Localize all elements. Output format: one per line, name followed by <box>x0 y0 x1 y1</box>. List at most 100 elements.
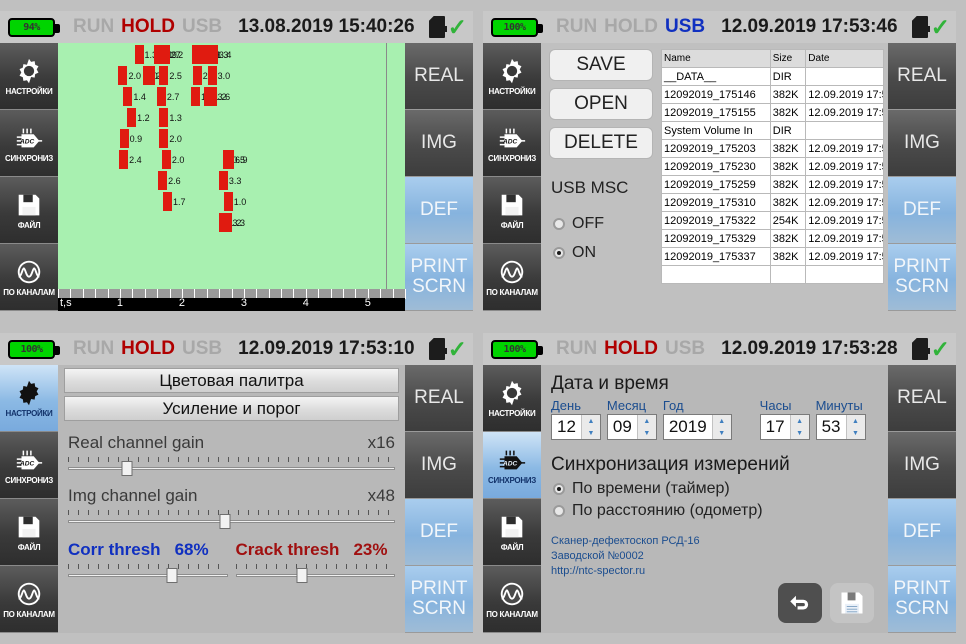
chevron-down-icon[interactable]: ▼ <box>791 427 809 439</box>
slider-knob[interactable] <box>296 568 308 583</box>
chart-bar-label: 2.0 <box>128 71 141 81</box>
rail-button-print-scrn[interactable]: PRINT SCRN <box>888 244 956 311</box>
slider-knob[interactable] <box>219 514 231 529</box>
rail-button-print-scrn[interactable]: PRINT SCRN <box>405 244 473 311</box>
stepper-buttons[interactable]: ▲ ▼ <box>845 415 865 439</box>
chevron-down-icon[interactable]: ▼ <box>638 427 656 439</box>
rail-button-print-scrn[interactable]: PRINT SCRN <box>405 566 473 633</box>
day-stepper[interactable]: 12 ▲ ▼ <box>551 414 601 440</box>
sidebar-item-settings[interactable]: НАСТРОЙКИ <box>0 365 58 432</box>
sidebar-item-settings[interactable]: НАСТРОЙКИ <box>0 43 58 110</box>
rail-button-img[interactable]: IMG <box>888 110 956 177</box>
stepper-buttons[interactable]: ▲ ▼ <box>636 415 656 439</box>
rail-button-real[interactable]: REAL <box>405 365 473 432</box>
sidebar-item-sync[interactable]: ADC СИНХРОНИЗ <box>0 432 58 499</box>
rail-button-img[interactable]: IMG <box>888 432 956 499</box>
file-list[interactable]: Name Size Date __DATA__ DIR 12092019_17514… <box>661 49 884 305</box>
sidebar-item-channels[interactable]: ПО КАНАЛАМ <box>483 566 541 633</box>
sidebar-item-label: СИНХРОНИЗ <box>5 154 53 163</box>
rail-button-img[interactable]: IMG <box>405 110 473 177</box>
sidebar-item-sync[interactable]: ADC СИНХРОНИЗ <box>483 110 541 177</box>
hours-stepper[interactable]: 17 ▲ ▼ <box>759 414 810 440</box>
device-url[interactable]: http://ntc-spector.ru <box>551 564 878 579</box>
save-button[interactable] <box>830 583 874 623</box>
left-sidebar: НАСТРОЙКИ ADC СИНХРОНИЗ ФАЙЛ ПО КАНАЛАМ <box>483 43 541 311</box>
rail-button-print-scrn[interactable]: PRINT SCRN <box>888 566 956 633</box>
rail-button-def[interactable]: DEF <box>405 177 473 244</box>
state-hold: HOLD <box>121 16 175 37</box>
menu-color-palette[interactable]: Цветовая палитра <box>64 368 399 393</box>
minutes-stepper[interactable]: 53 ▲ ▼ <box>815 414 866 440</box>
cell-name: 12092019_175146 <box>661 85 771 104</box>
sidebar-item-file[interactable]: ФАЙЛ <box>0 499 58 566</box>
slider-ticks <box>68 457 395 462</box>
gain-label: Img channel gain <box>68 486 198 505</box>
sidebar-item-file[interactable]: ФАЙЛ <box>483 499 541 566</box>
month-stepper[interactable]: 09 ▲ ▼ <box>606 414 657 440</box>
chart-bar <box>119 129 129 148</box>
crack-threshold: Crack thresh 23% <box>232 540 400 584</box>
corr-threshold-slider[interactable] <box>68 562 228 584</box>
table-row[interactable]: 12092019_175146 382K 12.09.2019 17:5 <box>661 85 884 104</box>
chevron-up-icon[interactable]: ▲ <box>791 415 809 427</box>
chevron-up-icon[interactable]: ▲ <box>713 415 731 427</box>
stepper-buttons[interactable]: ▲ ▼ <box>580 415 600 439</box>
img-gain-slider[interactable] <box>68 508 395 530</box>
table-row[interactable]: __DATA__ DIR <box>661 67 884 86</box>
table-row[interactable]: 12092019_175203 382K 12.09.2019 17:5 <box>661 139 884 158</box>
year-stepper[interactable]: 2019 ▲ ▼ <box>662 414 732 440</box>
undo-button[interactable] <box>778 583 822 623</box>
rail-button-def[interactable]: DEF <box>888 177 956 244</box>
real-gain-slider[interactable] <box>68 455 395 477</box>
table-row[interactable]: 12092019_175310 382K 12.09.2019 17:5 <box>661 193 884 212</box>
sidebar-item-settings[interactable]: НАСТРОЙКИ <box>483 43 541 110</box>
slider-knob[interactable] <box>121 461 133 476</box>
state-run: RUN <box>73 338 115 359</box>
usb-msc-option-off[interactable]: OFF <box>553 215 653 233</box>
stepper-buttons[interactable]: ▲ ▼ <box>789 415 809 439</box>
rail-button-img[interactable]: IMG <box>405 432 473 499</box>
rail-button-real[interactable]: REAL <box>888 43 956 110</box>
svg-text:ADC: ADC <box>502 139 517 146</box>
usb-msc-option-on[interactable]: ON <box>553 244 653 262</box>
chevron-up-icon[interactable]: ▲ <box>638 415 656 427</box>
table-row[interactable]: 12092019_175329 382K 12.09.2019 17:5 <box>661 229 884 248</box>
rail-button-def[interactable]: DEF <box>888 499 956 566</box>
table-row[interactable]: 12092019_175322 254K 12.09.2019 17:5 <box>661 211 884 230</box>
table-row[interactable]: System Volume In DIR <box>661 121 884 140</box>
rail-button-real[interactable]: REAL <box>888 365 956 432</box>
chevron-down-icon[interactable]: ▼ <box>582 427 600 439</box>
table-row[interactable] <box>661 265 884 284</box>
chevron-down-icon[interactable]: ▼ <box>713 427 731 439</box>
sidebar-item-channels[interactable]: ПО КАНАЛАМ <box>0 244 58 311</box>
chevron-up-icon[interactable]: ▲ <box>582 415 600 427</box>
delete-button[interactable]: DELETE <box>549 127 653 159</box>
chevron-up-icon[interactable]: ▲ <box>847 415 865 427</box>
menu-gain-threshold[interactable]: Усиление и порог <box>64 396 399 421</box>
chart-plot-area: 2.01.41.20.92.41.30.32.31.91.72.22.52.71… <box>58 43 405 289</box>
sync-option-odometer[interactable]: По расстоянию (одометр) <box>553 502 878 520</box>
stepper-buttons[interactable]: ▲ ▼ <box>711 415 731 439</box>
sidebar-item-file[interactable]: ФАЙЛ <box>0 177 58 244</box>
sidebar-item-channels[interactable]: ПО КАНАЛАМ <box>483 244 541 311</box>
table-row[interactable]: 12092019_175155 382K 12.09.2019 17:5 <box>661 103 884 122</box>
sidebar-item-channels[interactable]: ПО КАНАЛАМ <box>0 566 58 633</box>
crack-threshold-slider[interactable] <box>235 562 395 584</box>
sidebar-item-settings[interactable]: НАСТРОЙКИ <box>483 365 541 432</box>
chevron-down-icon[interactable]: ▼ <box>847 427 865 439</box>
defect-chart[interactable]: 2.01.41.20.92.41.30.32.31.91.72.22.52.71… <box>58 43 406 311</box>
table-row[interactable]: 12092019_175337 382K 12.09.2019 17:5 <box>661 247 884 266</box>
slider-knob[interactable] <box>166 568 178 583</box>
channels-icon <box>17 582 41 606</box>
table-row[interactable]: 12092019_175230 382K 12.09.2019 17:5 <box>661 157 884 176</box>
table-row[interactable]: 12092019_175259 382K 12.09.2019 17:5 <box>661 175 884 194</box>
rail-button-real[interactable]: REAL <box>405 43 473 110</box>
save-button[interactable]: SAVE <box>549 49 653 81</box>
sidebar-item-sync[interactable]: ADC СИНХРОНИЗ <box>483 432 541 499</box>
chart-bar <box>192 66 202 85</box>
open-button[interactable]: OPEN <box>549 88 653 120</box>
rail-button-def[interactable]: DEF <box>405 499 473 566</box>
sidebar-item-sync[interactable]: ADC СИНХРОНИЗ <box>0 110 58 177</box>
sync-option-timer[interactable]: По времени (таймер) <box>553 480 878 498</box>
sidebar-item-file[interactable]: ФАЙЛ <box>483 177 541 244</box>
